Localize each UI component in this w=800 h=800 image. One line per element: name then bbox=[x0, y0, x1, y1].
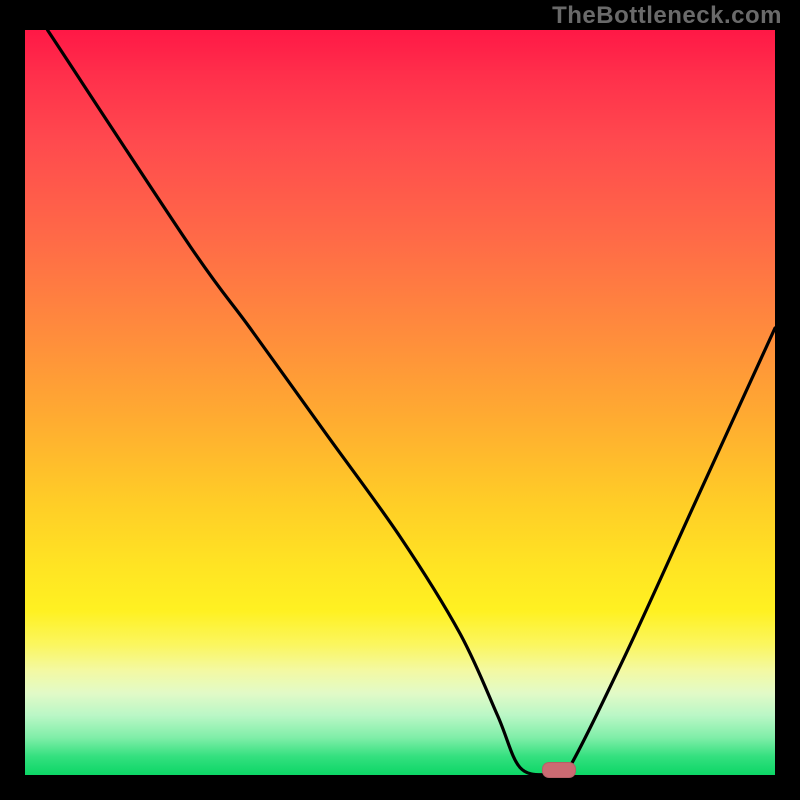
optimal-marker bbox=[542, 762, 576, 778]
bottleneck-curve bbox=[25, 30, 775, 775]
watermark-text: TheBottleneck.com bbox=[552, 2, 782, 30]
chart-frame: TheBottleneck.com bbox=[0, 0, 800, 800]
plot-area bbox=[25, 30, 775, 775]
